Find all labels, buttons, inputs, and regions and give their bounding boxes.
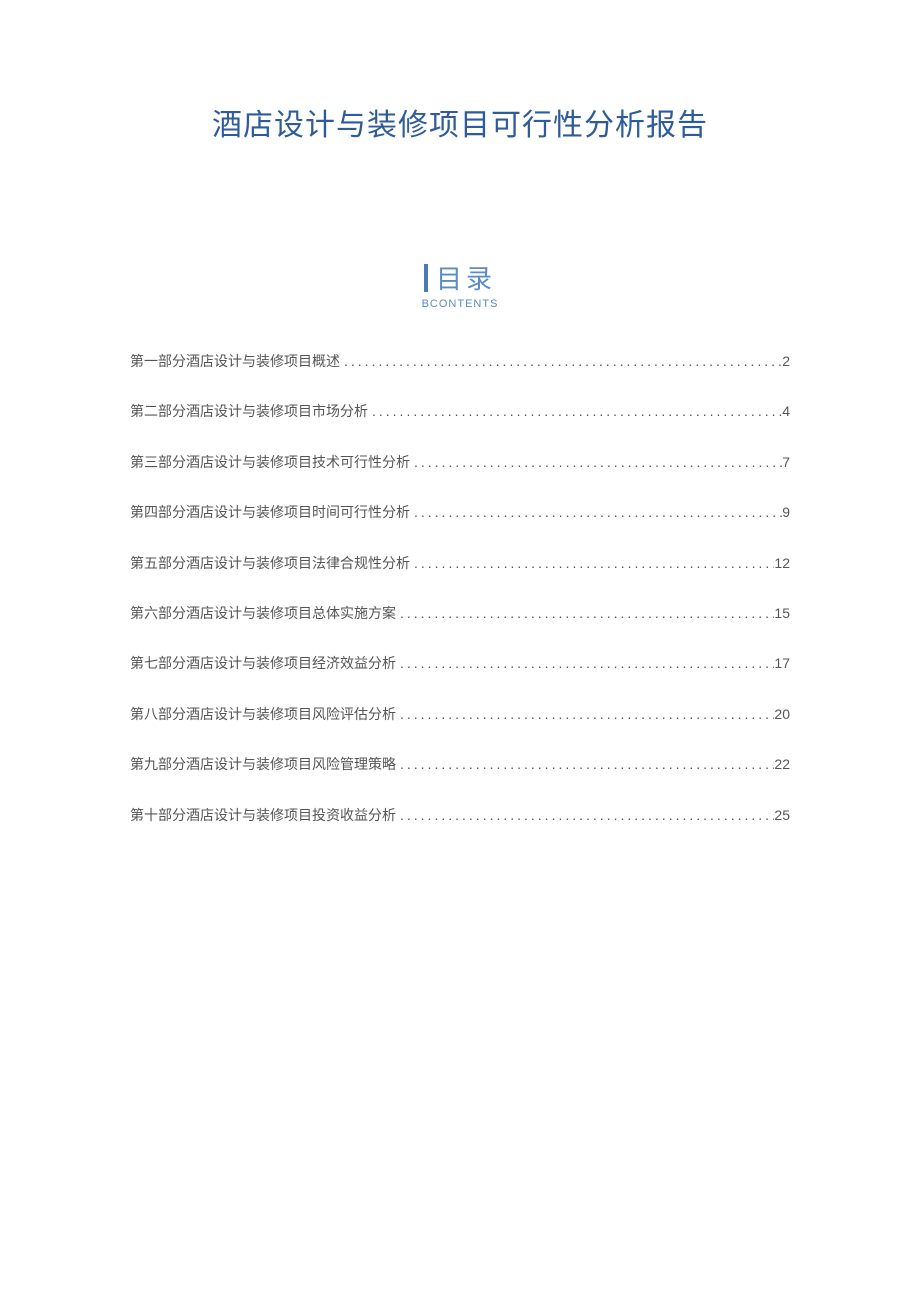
- toc-item: 第十部分酒店设计与装修项目投资收益分析 25: [130, 804, 790, 826]
- toc-item-text: 第二部分酒店设计与装修项目市场分析: [130, 400, 368, 422]
- toc-dots: [368, 400, 782, 422]
- toc-item-page: 15: [774, 602, 790, 624]
- toc-item: 第九部分酒店设计与装修项目风险管理策略 22: [130, 753, 790, 775]
- toc-item: 第三部分酒店设计与装修项目技术可行性分析 7: [130, 451, 790, 473]
- toc-item-text: 第五部分酒店设计与装修项目法律合规性分析: [130, 552, 410, 574]
- toc-item-page: 7: [782, 451, 790, 473]
- toc-dots: [396, 753, 774, 775]
- toc-header: 目录 BCONTENTS: [130, 259, 790, 310]
- toc-item-text: 第九部分酒店设计与装修项目风险管理策略: [130, 753, 396, 775]
- toc-item-page: 25: [774, 804, 790, 826]
- toc-dots: [396, 602, 774, 624]
- document-title: 酒店设计与装修项目可行性分析报告: [130, 100, 790, 144]
- toc-dots: [410, 552, 774, 574]
- toc-item-page: 17: [774, 652, 790, 674]
- toc-item-text: 第七部分酒店设计与装修项目经济效益分析: [130, 652, 396, 674]
- toc-label-row: 目录: [424, 259, 496, 296]
- toc-dots: [396, 703, 774, 725]
- toc-item: 第五部分酒店设计与装修项目法律合规性分析 12: [130, 552, 790, 574]
- toc-item-text: 第一部分酒店设计与装修项目概述: [130, 350, 340, 372]
- toc-dots: [396, 804, 774, 826]
- toc-dots: [410, 501, 782, 523]
- toc-item: 第一部分酒店设计与装修项目概述 2: [130, 350, 790, 372]
- toc-item-page: 22: [774, 753, 790, 775]
- toc-item-text: 第三部分酒店设计与装修项目技术可行性分析: [130, 451, 410, 473]
- toc-dots: [410, 451, 782, 473]
- toc-item-text: 第八部分酒店设计与装修项目风险评估分析: [130, 703, 396, 725]
- toc-sublabel: BCONTENTS: [422, 298, 499, 310]
- toc-item-text: 第十部分酒店设计与装修项目投资收益分析: [130, 804, 396, 826]
- toc-item: 第二部分酒店设计与装修项目市场分析 4: [130, 400, 790, 422]
- accent-bar-icon: [424, 264, 428, 292]
- toc-item: 第四部分酒店设计与装修项目时间可行性分析 9: [130, 501, 790, 523]
- toc-dots: [340, 350, 782, 372]
- toc-item: 第八部分酒店设计与装修项目风险评估分析 20: [130, 703, 790, 725]
- toc-label: 目录: [436, 259, 496, 296]
- toc-item: 第七部分酒店设计与装修项目经济效益分析 17: [130, 652, 790, 674]
- toc-item-text: 第六部分酒店设计与装修项目总体实施方案: [130, 602, 396, 624]
- toc-item-page: 9: [782, 501, 790, 523]
- toc-item-page: 4: [782, 400, 790, 422]
- toc-item-page: 20: [774, 703, 790, 725]
- toc-dots: [396, 652, 774, 674]
- toc-item-page: 12: [774, 552, 790, 574]
- toc-item-text: 第四部分酒店设计与装修项目时间可行性分析: [130, 501, 410, 523]
- toc-item-page: 2: [782, 350, 790, 372]
- toc-item: 第六部分酒店设计与装修项目总体实施方案 15: [130, 602, 790, 624]
- toc-list: 第一部分酒店设计与装修项目概述 2 第二部分酒店设计与装修项目市场分析 4 第三…: [130, 350, 790, 826]
